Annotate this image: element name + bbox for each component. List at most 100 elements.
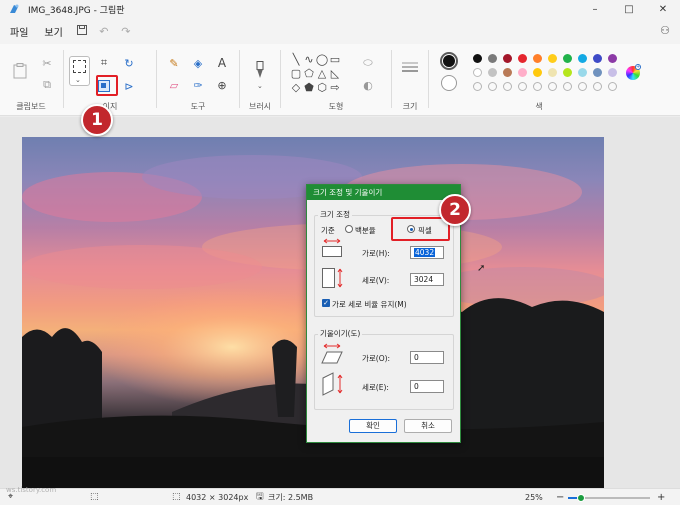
secondary-color-swatch[interactable] [441, 75, 457, 91]
color-swatch[interactable] [503, 68, 512, 77]
color-swatch[interactable] [593, 54, 602, 63]
vertical-label: 세로(V): [362, 276, 390, 285]
color-swatch[interactable] [518, 68, 527, 77]
percent-radio[interactable] [345, 225, 353, 233]
color-swatch[interactable] [563, 68, 572, 77]
ok-button[interactable]: 확인 [349, 419, 397, 433]
keep-ratio-checkbox[interactable]: ✓ [322, 299, 330, 307]
diamond-shape-icon[interactable]: ◇ [289, 80, 303, 94]
brush-icon[interactable] [253, 60, 267, 80]
close-button[interactable]: ✕ [646, 0, 680, 18]
maximize-button[interactable]: □ [612, 0, 646, 18]
custom-color-slot[interactable] [473, 82, 482, 91]
color-swatch[interactable] [503, 54, 512, 63]
curve-shape-icon[interactable]: ∿ [302, 52, 316, 66]
keep-ratio-label[interactable]: 가로 세로 비율 유지(M) [332, 299, 407, 310]
color-swatch[interactable] [548, 68, 557, 77]
custom-color-slot[interactable] [488, 82, 497, 91]
menu-bar: 파일 보기 ↶ ↷ ⚇ [0, 18, 680, 44]
arrow-shape-icon[interactable]: ⇨ [328, 80, 342, 94]
polygon-shape-icon[interactable]: ⬠ [302, 66, 316, 80]
color-swatch[interactable] [533, 68, 542, 77]
fill-icon[interactable]: ◈ [191, 56, 205, 70]
color-swatch[interactable] [578, 54, 587, 63]
vertical-input[interactable]: 3024 [410, 273, 444, 286]
color-swatch[interactable] [608, 54, 617, 63]
hexagon-shape-icon[interactable]: ⬡ [315, 80, 329, 94]
zoom-slider-thumb[interactable] [577, 494, 585, 502]
color-picker-icon[interactable]: ✑ [191, 78, 205, 92]
custom-color-slot[interactable] [548, 82, 557, 91]
save-icon[interactable] [71, 24, 93, 38]
brushes-label: 브러시 [248, 102, 272, 111]
percent-label[interactable]: 백분율 [355, 225, 376, 236]
menu-view[interactable]: 보기 [36, 24, 70, 39]
custom-color-slot[interactable] [578, 82, 587, 91]
custom-color-slot[interactable] [518, 82, 527, 91]
color-swatch[interactable] [488, 54, 497, 63]
color-swatch[interactable] [533, 54, 542, 63]
triangle-shape-icon[interactable]: △ [315, 66, 329, 80]
color-swatch[interactable] [473, 54, 482, 63]
color-swatch[interactable] [578, 68, 587, 77]
color-swatch[interactable] [593, 68, 602, 77]
color-swatch[interactable] [608, 68, 617, 77]
zoom-level[interactable]: 25% [525, 493, 543, 502]
shapes-group: ╲ ∿ ◯ ▭ ▢ ⬠ △ ◺ ◇ ⬟ ⬡ ⇨ ⬭ ◐ 도형 [281, 44, 391, 116]
crop-icon[interactable]: ⌗ [97, 56, 111, 70]
eraser-icon[interactable]: ▱ [167, 78, 181, 92]
rounded-rect-shape-icon[interactable]: ▢ [289, 66, 303, 80]
shapes-label: 도형 [328, 102, 344, 111]
pentagon-shape-icon[interactable]: ⬟ [302, 80, 316, 94]
undo-icon[interactable]: ↶ [93, 25, 115, 38]
line-size-icon[interactable] [402, 60, 418, 74]
menu-file[interactable]: 파일 [2, 24, 36, 39]
add-color-icon: + [635, 64, 641, 70]
horizontal-input[interactable]: 4032 [410, 246, 444, 259]
pencil-icon[interactable]: ✎ [167, 56, 181, 70]
color-swatch[interactable] [488, 68, 497, 77]
copy-icon[interactable]: ⧉ [40, 78, 54, 92]
oval-shape-icon[interactable]: ◯ [315, 52, 329, 66]
custom-color-slot[interactable] [608, 82, 617, 91]
magnifier-icon[interactable]: ⊕ [215, 78, 229, 92]
shape-outline-icon[interactable]: ⬭ [361, 56, 375, 70]
flip-icon[interactable]: ⊳ [122, 79, 136, 93]
shape-fill-icon[interactable]: ◐ [361, 78, 375, 92]
right-triangle-shape-icon[interactable]: ◺ [328, 66, 342, 80]
zoom-out-button[interactable]: − [556, 492, 564, 503]
custom-color-slot[interactable] [593, 82, 602, 91]
cut-icon[interactable]: ✂ [40, 56, 54, 70]
rotate-icon[interactable]: ↻ [122, 56, 136, 70]
shape-gallery[interactable]: ╲ ∿ ◯ ▭ ▢ ⬠ △ ◺ ◇ ⬟ ⬡ ⇨ [289, 52, 355, 96]
zoom-slider[interactable] [568, 494, 650, 502]
skew-v-input[interactable]: 0 [410, 380, 444, 393]
cancel-button[interactable]: 취소 [404, 419, 452, 433]
paste-icon[interactable] [12, 62, 28, 80]
chevron-down-icon[interactable]: ⌄ [257, 82, 263, 90]
color-swatch[interactable] [548, 54, 557, 63]
tools-label: 도구 [190, 102, 206, 111]
share-icon[interactable]: ⚇ [660, 24, 670, 37]
status-bar: ⌖ ⬚ ⬚ 4032 × 3024px 🖫 크기: 2.5MB 25% − + [0, 488, 680, 505]
chevron-down-icon: ⌄ [75, 76, 81, 84]
redo-icon[interactable]: ↷ [115, 25, 137, 38]
text-icon[interactable]: A [215, 56, 229, 70]
minimize-button[interactable]: – [578, 0, 612, 18]
custom-color-slot[interactable] [533, 82, 542, 91]
file-size-icon: 🖫 [256, 492, 264, 502]
color-swatch[interactable] [563, 54, 572, 63]
custom-color-slot[interactable] [503, 82, 512, 91]
selection-button[interactable]: ⌄ [69, 56, 90, 86]
line-shape-icon[interactable]: ╲ [289, 52, 303, 66]
color-swatch[interactable] [473, 68, 482, 77]
custom-color-slot[interactable] [563, 82, 572, 91]
selection-size-icon: ⬚ [90, 492, 99, 502]
skew-h-input[interactable]: 0 [410, 351, 444, 364]
rectangle-shape-icon[interactable]: ▭ [328, 52, 342, 66]
primary-color-swatch[interactable] [440, 52, 458, 70]
horizontal-label: 가로(H): [362, 249, 390, 258]
color-swatch[interactable] [518, 54, 527, 63]
pixel-highlight-box [391, 217, 450, 241]
zoom-in-button[interactable]: + [657, 492, 665, 503]
